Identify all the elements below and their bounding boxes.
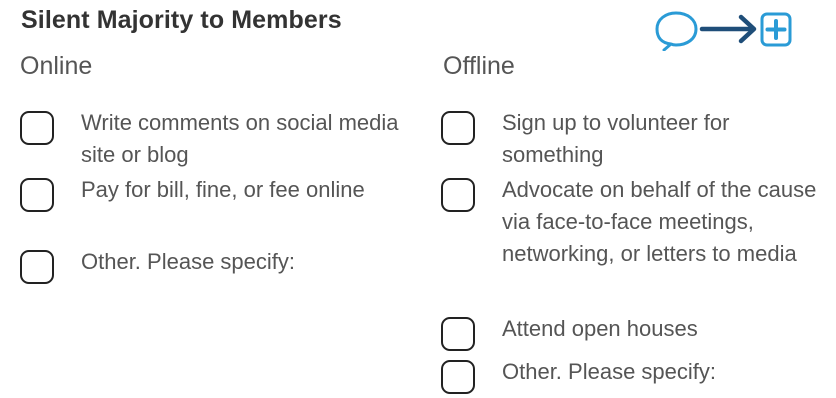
offline-column-heading: Offline [443, 52, 515, 80]
offline-option-other[interactable]: Other. Please specify: [441, 359, 831, 394]
option-label: Attend open houses [502, 316, 698, 341]
arrow-right-icon [699, 14, 757, 44]
checkbox[interactable] [441, 111, 475, 145]
online-option-other[interactable]: Other. Please specify: [20, 249, 420, 284]
checkbox[interactable] [441, 178, 475, 212]
checkbox[interactable] [20, 111, 54, 145]
checkbox[interactable] [441, 360, 475, 394]
online-option-social-comments[interactable]: Write comments on social media site or b… [20, 110, 420, 171]
offline-option-open-houses[interactable]: Attend open houses [441, 316, 831, 351]
speech-bubble-icon [655, 11, 698, 52]
online-option-pay-bill[interactable]: Pay for bill, fine, or fee online [20, 177, 420, 212]
plus-box-icon[interactable] [760, 12, 792, 47]
option-label: Pay for bill, fine, or fee online [81, 177, 365, 202]
option-label: Advocate on behalf of the cause via face… [502, 177, 817, 266]
option-label: Write comments on social media site or b… [81, 110, 399, 167]
option-label: Other. Please specify: [81, 249, 295, 274]
offline-option-volunteer[interactable]: Sign up to volunteer for something [441, 110, 831, 171]
checkbox[interactable] [20, 250, 54, 284]
checkbox[interactable] [441, 317, 475, 351]
option-label: Sign up to volunteer for something [502, 110, 730, 167]
page-title: Silent Majority to Members [21, 6, 342, 34]
online-column-heading: Online [20, 52, 93, 80]
checkbox[interactable] [20, 178, 54, 212]
option-label: Other. Please specify: [502, 359, 716, 384]
header-icons [655, 11, 835, 52]
offline-option-advocate[interactable]: Advocate on behalf of the cause via face… [441, 177, 831, 270]
